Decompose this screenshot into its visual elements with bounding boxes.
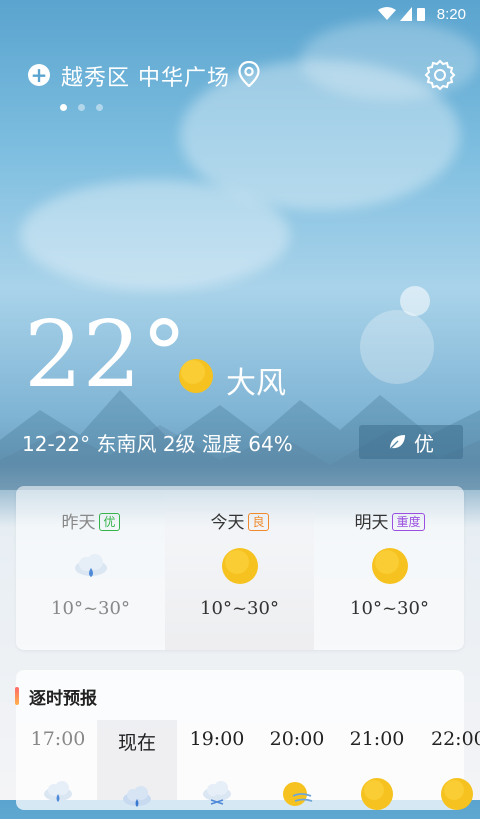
temp-range: 10°~30°	[51, 598, 130, 619]
signal-icon	[400, 7, 412, 21]
sun-icon	[371, 548, 408, 584]
wifi-icon	[378, 7, 396, 20]
cloud-rain-icon	[44, 781, 72, 802]
sun-icon	[179, 359, 213, 393]
hour-item[interactable]: 17:00	[18, 728, 98, 814]
cloud-rain-icon	[74, 554, 107, 577]
status-time: 8:20	[436, 6, 466, 23]
cloud-decoration	[20, 180, 290, 290]
day-tomorrow[interactable]: 明天 重度 10°~30°	[315, 486, 464, 650]
hour-item[interactable]: 19:00	[177, 728, 257, 814]
settings-gear-icon[interactable]	[424, 59, 456, 91]
bubble-decoration	[400, 286, 430, 316]
weather-details: 12-22° 东南风 2级 湿度 64%	[22, 432, 293, 456]
weather-condition: 大风	[226, 366, 286, 401]
sun-icon	[441, 778, 473, 810]
temp-range: 10°~30°	[200, 598, 279, 619]
sun-wind-icon	[283, 782, 313, 806]
day-name: 昨天	[61, 513, 96, 533]
hour-time: 22:00	[431, 728, 480, 750]
day-name: 明天	[354, 513, 389, 533]
hour-time: 17:00	[30, 728, 86, 750]
hour-time: 现在	[117, 732, 156, 754]
hourly-title: 逐时预报	[15, 684, 97, 709]
hour-time: 21:00	[349, 728, 405, 750]
sun-icon	[361, 778, 393, 810]
day-yesterday[interactable]: 昨天优 10°~30°	[16, 486, 165, 650]
hour-time: 20:00	[269, 728, 325, 750]
bubble-decoration	[360, 310, 434, 384]
cloud-snow-icon	[203, 781, 231, 805]
page-dot	[78, 104, 85, 111]
temp-range: 10°~30°	[350, 598, 429, 619]
battery-icon	[417, 8, 425, 21]
air-quality-label: 优	[414, 431, 434, 456]
hour-item[interactable]: 现在	[97, 728, 177, 819]
page-dot	[96, 104, 103, 111]
hour-item[interactable]: 20:00	[257, 728, 337, 814]
page-indicator	[60, 96, 120, 111]
hour-time: 19:00	[189, 728, 245, 750]
aqi-badge: 重度	[392, 513, 425, 531]
three-day-forecast-card: 昨天优 10°~30° 今天良 10°~30° 明天 重度 10°~30°	[16, 486, 464, 650]
section-marker	[15, 687, 19, 705]
add-city-button[interactable]: +	[28, 64, 50, 86]
cloud-rain-icon	[123, 786, 151, 807]
aqi-badge: 良	[248, 513, 269, 531]
hourly-title-text: 逐时预报	[29, 689, 97, 709]
location-title[interactable]: 越秀区 中华广场	[61, 60, 230, 92]
leaf-icon	[389, 435, 405, 450]
aqi-badge: 优	[99, 513, 120, 531]
hour-item[interactable]: 22:00	[417, 728, 480, 814]
page-dot-active	[60, 104, 67, 111]
hour-item[interactable]: 21:00	[337, 728, 417, 814]
air-quality-button[interactable]: 优	[359, 425, 463, 459]
sun-icon	[221, 548, 258, 584]
day-today[interactable]: 今天良 10°~30°	[165, 486, 314, 650]
current-temperature: 22°	[24, 301, 188, 408]
location-pin-icon[interactable]	[238, 61, 260, 87]
day-name: 今天	[210, 513, 245, 533]
